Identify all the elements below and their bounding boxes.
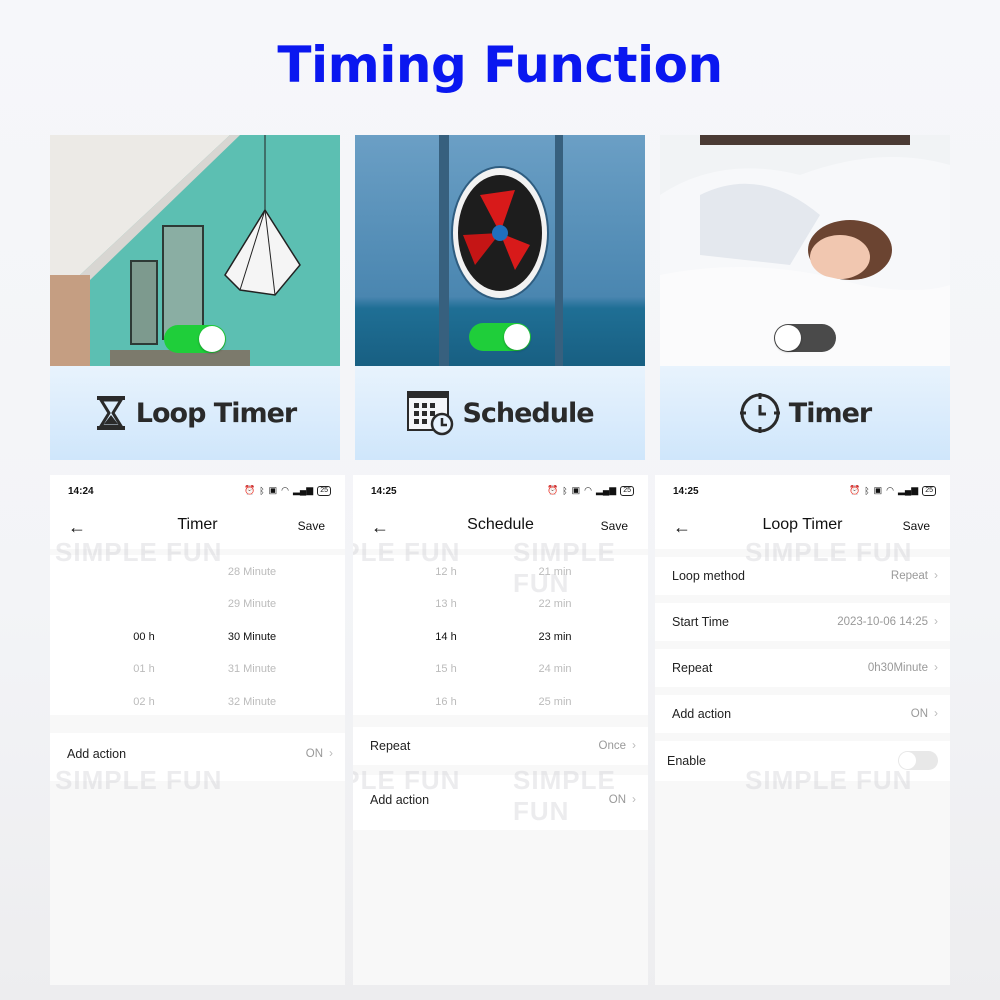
feature-label: Timer [788,397,872,429]
chevron-right-icon: › [632,792,636,806]
status-time: 14:25 [673,486,699,497]
start-time-row[interactable]: Start Time 2023-10-06 14:25 › [655,603,950,641]
page-title: Timing Function [277,36,723,94]
feature-label: Schedule [462,397,594,429]
calendar-clock-icon [407,391,454,436]
feature-card-loop-timer: Loop Timer [50,135,340,460]
wifi-icon: ◠ [886,485,894,495]
chevron-right-icon: › [934,614,938,628]
save-button[interactable]: Save [903,519,930,533]
wifi-icon: ◠ [281,485,289,495]
loop-method-row[interactable]: Loop method Repeat › [655,557,950,595]
picker-row[interactable]: 12 h 21 min [353,566,648,586]
nav-bar: ← Loop Timer Save [655,509,950,549]
room-photo [50,135,340,366]
chevron-right-icon: › [934,568,938,582]
battery-icon: 25 [922,485,936,496]
phone-screen-schedule: 14:25 ⏰ ᛒ ▣ ◠ ▂▄▆ 25 ← Schedule Save 12 … [353,475,648,985]
save-button[interactable]: Save [601,519,628,533]
status-bar: 14:24 ⏰ ᛒ ▣ ◠ ▂▄▆ 25 [50,475,345,509]
picker-row[interactable]: 16 h 25 min [353,696,648,716]
repeat-row[interactable]: Repeat 0h30Minute › [655,649,950,687]
signal-icon: ▂▄▆ [595,485,617,495]
feature-card-timer: Timer [660,135,950,460]
sleeping-photo [660,135,950,366]
power-toggle [469,323,531,351]
clock-icon [739,393,780,433]
save-button[interactable]: Save [298,519,325,533]
chevron-right-icon: › [934,706,938,720]
feature-banner: Schedule [355,366,645,460]
feature-card-schedule: Schedule [355,135,645,460]
bluetooth-icon: ᛒ [562,485,568,496]
feature-label: Loop Timer [135,397,297,429]
time-picker[interactable]: 12 h 21 min 13 h 22 min 14 h 23 min 15 h 24 … [353,555,648,715]
enable-row: Enable [655,741,950,781]
phone-screen-timer: 14:24 ⏰ ᛒ ▣ ◠ ▂▄▆ 25 ← Timer Save 28 Min… [50,475,345,985]
chevron-right-icon: › [329,746,333,760]
wifi-icon: ◠ [584,485,592,495]
signal-icon: ▂▄▆ [292,485,314,495]
status-time: 14:25 [371,486,397,497]
phone-screen-loop-timer: 14:25 ⏰ ᛒ ▣ ◠ ▂▄▆ 25 ← Loop Timer Save L… [655,475,950,985]
picker-row[interactable]: 01 h 31 Minute [50,663,345,683]
picker-row-selected[interactable]: 00 h 30 Minute [50,631,345,651]
alarm-icon: ⏰ [243,485,256,495]
add-action-row[interactable]: Add action ON › [50,733,345,781]
add-action-row[interactable]: Add action ON › [655,695,950,733]
time-picker[interactable]: 28 Minute 29 Minute 00 h 30 Minute 01 h 31… [50,555,345,715]
feature-banner: Timer [660,366,950,460]
alarm-icon: ⏰ [848,485,861,495]
nav-bar: ← Timer Save [50,509,345,549]
fan-photo [355,135,645,366]
picker-row[interactable]: 28 Minute [50,566,345,586]
status-bar: 14:25 ⏰ ᛒ ▣ ◠ ▂▄▆ 25 [655,475,950,509]
status-icons: ⏰ ᛒ ▣ ◠ ▂▄▆ 25 [547,485,634,496]
battery-icon: 25 [620,485,634,496]
enable-toggle[interactable] [898,751,938,770]
status-icons: ⏰ ᛒ ▣ ◠ ▂▄▆ 25 [244,485,331,496]
power-toggle [164,325,226,353]
picker-row[interactable]: 02 h 32 Minute [50,696,345,716]
alarm-icon: ⏰ [546,485,559,495]
bluetooth-icon: ᛒ [864,485,870,496]
hd-icon: ▣ [268,485,278,495]
repeat-row[interactable]: Repeat Once › [353,727,648,765]
add-action-row[interactable]: Add action ON › [353,775,648,830]
nav-bar: ← Schedule Save [353,509,648,549]
bluetooth-icon: ᛒ [259,485,265,496]
hd-icon: ▣ [873,485,883,495]
feature-banner: Loop Timer [50,366,340,460]
picker-row[interactable]: 15 h 24 min [353,663,648,683]
status-bar: 14:25 ⏰ ᛒ ▣ ◠ ▂▄▆ 25 [353,475,648,509]
status-icons: ⏰ ᛒ ▣ ◠ ▂▄▆ 25 [849,485,936,496]
battery-icon: 25 [317,485,331,496]
chevron-right-icon: › [934,660,938,674]
hd-icon: ▣ [571,485,581,495]
signal-icon: ▂▄▆ [897,485,919,495]
hourglass-icon [96,396,125,430]
picker-row[interactable]: 13 h 22 min [353,598,648,618]
chevron-right-icon: › [632,738,636,752]
picker-row-selected[interactable]: 14 h 23 min [353,631,648,651]
picker-row[interactable]: 29 Minute [50,598,345,618]
power-toggle [774,324,836,352]
status-time: 14:24 [68,486,94,497]
